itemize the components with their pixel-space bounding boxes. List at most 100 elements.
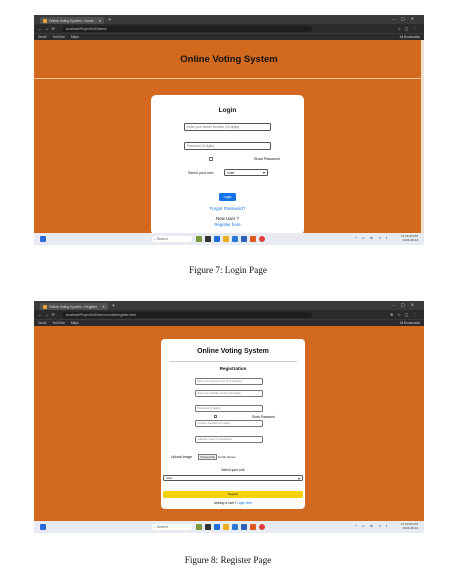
taskbar-apps bbox=[196, 235, 265, 242]
favicon-icon bbox=[43, 18, 47, 23]
windows-taskbar: ⌕ Search ^ ▭ ⊕ ◁ ◐ 12:35:45 PM 2024-08-2… bbox=[34, 233, 424, 245]
login-card: Login Enter your Mobile Number (10 digit… bbox=[151, 95, 304, 235]
browser-tab[interactable]: Online Voting System - Register ✕ bbox=[40, 303, 108, 310]
widget-icon[interactable] bbox=[196, 235, 202, 242]
window-controls[interactable]: –▢✕ bbox=[393, 16, 420, 21]
login-link[interactable]: Login here bbox=[237, 501, 252, 505]
taskbar-apps bbox=[196, 523, 265, 530]
register-page-screenshot: Online Voting System - Register ✕ + –▢✕ … bbox=[34, 301, 424, 533]
chrome-icon[interactable] bbox=[259, 523, 265, 530]
clock[interactable]: 12:34:59 PM 2024-08-24 bbox=[401, 522, 418, 530]
widget-icon[interactable] bbox=[196, 523, 202, 530]
start-icon[interactable] bbox=[40, 236, 46, 242]
taskbar-search[interactable]: ⌕ Search bbox=[152, 236, 192, 242]
app-icon[interactable] bbox=[250, 235, 256, 242]
bookmark-youtube[interactable]: YouTube bbox=[52, 35, 65, 39]
bookmark-maps[interactable]: Maps bbox=[71, 321, 79, 325]
mail-icon[interactable] bbox=[241, 235, 247, 242]
address-input[interactable]: Address (max 76 characters) bbox=[195, 436, 263, 443]
role-select[interactable]: Voter bbox=[163, 475, 303, 481]
nav-buttons[interactable]: ←→⟳ bbox=[38, 312, 58, 317]
address-bar-row: ←→⟳ localhost/Project%20demo/routes/regi… bbox=[34, 310, 424, 319]
registration-heading: Registration bbox=[219, 366, 247, 371]
already-user-row: Already a user? Login here bbox=[161, 501, 305, 505]
new-tab-icon[interactable]: + bbox=[108, 17, 111, 23]
password-input[interactable]: Password (5 digits) bbox=[184, 142, 271, 150]
confirm-password-input[interactable]: Confirm Password (4 digits) bbox=[195, 420, 263, 427]
clock[interactable]: 12:35:45 PM 2024-08-24 bbox=[401, 234, 418, 242]
divider bbox=[34, 78, 424, 79]
close-tab-icon[interactable]: ✕ bbox=[102, 305, 105, 309]
already-user-text: Already a user? bbox=[213, 501, 237, 505]
login-heading: Login bbox=[218, 107, 237, 114]
new-tab-icon[interactable]: + bbox=[112, 303, 115, 309]
choose-file-button[interactable]: Choose File bbox=[198, 454, 217, 460]
mail-icon[interactable] bbox=[241, 523, 247, 530]
clock-date: 2024-08-24 bbox=[402, 525, 418, 530]
window-controls[interactable]: –▢✕ bbox=[393, 302, 420, 307]
divider bbox=[169, 361, 297, 362]
register-link[interactable]: Register here bbox=[151, 222, 304, 227]
show-password-checkbox[interactable] bbox=[214, 415, 217, 418]
close-tab-icon[interactable]: ✕ bbox=[98, 19, 101, 23]
forgot-password-link[interactable]: Forgot Password? bbox=[151, 206, 304, 211]
start-icon[interactable] bbox=[40, 524, 46, 530]
new-user-text: New User ? bbox=[216, 216, 239, 221]
taskbar-search-label: Search bbox=[156, 237, 168, 241]
search-icon: ⌕ bbox=[154, 525, 156, 529]
edge-icon[interactable] bbox=[214, 523, 220, 530]
bookmark-gmail[interactable]: Gmail bbox=[38, 35, 46, 39]
file-explorer-icon[interactable] bbox=[223, 235, 229, 242]
task-view-icon[interactable] bbox=[205, 235, 211, 242]
mobile-input[interactable]: Enter your Mobile Number (10 digits) bbox=[184, 123, 271, 131]
task-view-icon[interactable] bbox=[205, 523, 211, 530]
bookmark-youtube[interactable]: YouTube bbox=[52, 321, 65, 325]
name-input[interactable]: Enter your Name (max 76 characters) bbox=[195, 378, 263, 385]
app-icon[interactable] bbox=[250, 523, 256, 530]
url-field[interactable]: localhost/Project%20demo/ bbox=[61, 25, 312, 32]
bookmarks-bar: Gmail YouTube Maps All Bookmarks bbox=[34, 319, 424, 326]
mobile-input[interactable]: Enter your Mobile number (10 digits) bbox=[195, 390, 263, 397]
register-button[interactable]: Register bbox=[163, 491, 303, 498]
bookmark-gmail[interactable]: Gmail bbox=[38, 321, 46, 325]
system-tray-icons[interactable]: ^ ▭ ⊕ ◁ ◐ bbox=[355, 236, 390, 240]
show-password-checkbox[interactable] bbox=[209, 157, 213, 161]
upload-label: Upload Image bbox=[171, 455, 193, 459]
favicon-icon bbox=[43, 304, 47, 309]
register-card: Online Voting System Registration Enter … bbox=[161, 339, 305, 509]
bookmark-maps[interactable]: Maps bbox=[71, 35, 79, 39]
nav-buttons[interactable]: ←→⟳ bbox=[38, 26, 58, 31]
page-title: Online Voting System bbox=[180, 54, 278, 65]
no-file-text: No file chosen bbox=[218, 455, 236, 459]
browser-tab-bar: Online Voting System - Home ✕ + –▢✕ bbox=[34, 15, 424, 24]
edge-icon[interactable] bbox=[214, 235, 220, 242]
browser-tools[interactable]: ⊕☆▢⋮ bbox=[390, 312, 420, 317]
all-bookmarks[interactable]: All Bookmarks bbox=[400, 321, 420, 325]
role-select[interactable]: Voter bbox=[224, 169, 268, 176]
browser-tools[interactable]: ☆▢⋮ bbox=[397, 26, 420, 31]
clock-date: 2024-08-24 bbox=[402, 237, 418, 242]
browser-tab[interactable]: Online Voting System - Home ✕ bbox=[40, 17, 105, 24]
page-title: Online Voting System bbox=[197, 348, 269, 355]
login-button[interactable]: Login bbox=[219, 193, 236, 201]
show-password-label: Show Password bbox=[252, 415, 275, 419]
url-text: localhost/Project%20demo/ bbox=[65, 26, 107, 31]
scrollbar[interactable] bbox=[421, 40, 424, 233]
url-text: localhost/Project%20demo/routes/register… bbox=[65, 312, 136, 317]
figure-caption-8: Figure 8: Register Page bbox=[184, 555, 272, 565]
taskbar-search-label: Search bbox=[156, 525, 168, 529]
taskbar-search[interactable]: ⌕ Search bbox=[152, 524, 192, 530]
chrome-icon[interactable] bbox=[259, 235, 265, 242]
tab-title: Online Voting System - Register bbox=[49, 304, 98, 309]
search-icon: ⌕ bbox=[154, 237, 156, 241]
url-field[interactable]: localhost/Project%20demo/routes/register… bbox=[61, 311, 312, 318]
system-tray-icons[interactable]: ^ ▭ ⊕ ◁ ◐ bbox=[355, 524, 390, 528]
bookmarks-bar: Gmail YouTube Maps All Bookmarks bbox=[34, 33, 424, 40]
figure-caption-7: Figure 7: Login Page bbox=[189, 265, 267, 275]
all-bookmarks[interactable]: All Bookmarks bbox=[400, 35, 420, 39]
store-icon[interactable] bbox=[232, 235, 238, 242]
store-icon[interactable] bbox=[232, 523, 238, 530]
password-input[interactable]: Password (4 digits) bbox=[195, 405, 263, 412]
file-explorer-icon[interactable] bbox=[223, 523, 229, 530]
role-label: Select your role: bbox=[188, 171, 214, 175]
